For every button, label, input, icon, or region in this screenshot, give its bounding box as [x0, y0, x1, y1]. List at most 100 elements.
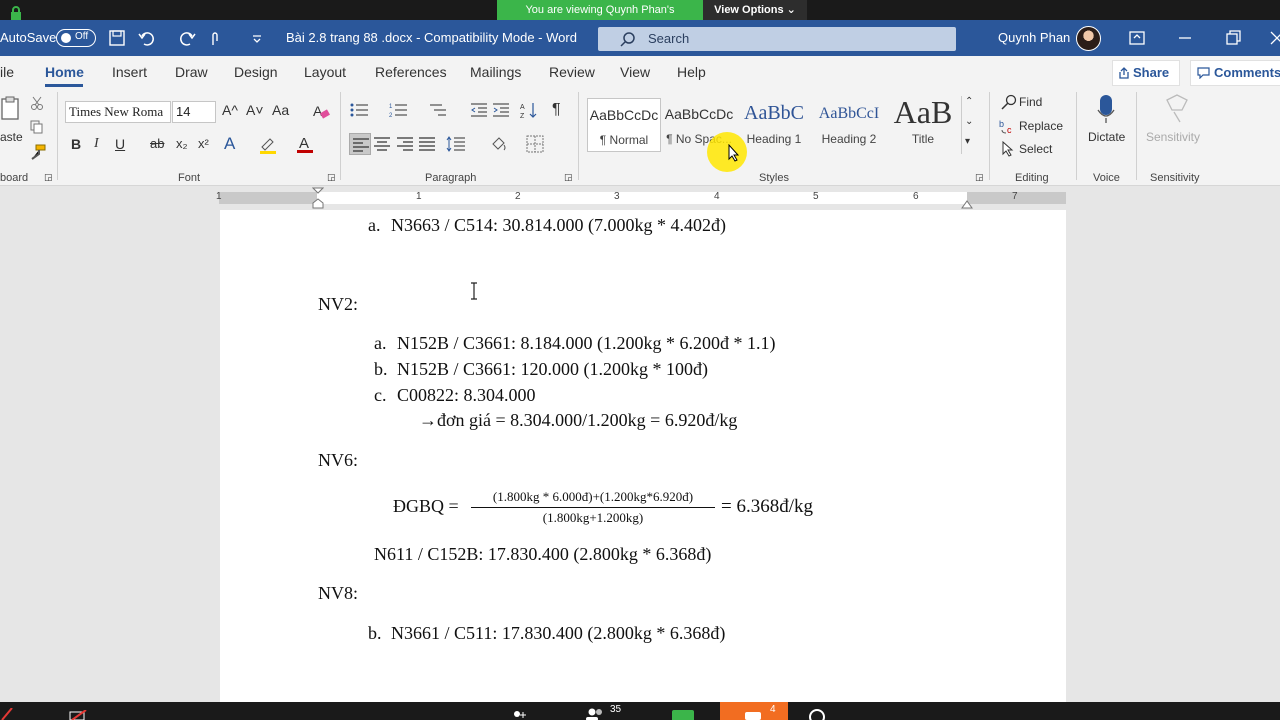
close-icon[interactable]: [1268, 29, 1280, 47]
style-title[interactable]: AaB Title: [887, 94, 959, 152]
replace-button[interactable]: Replace: [1019, 119, 1063, 133]
italic-button[interactable]: I: [94, 136, 99, 152]
highlight-icon[interactable]: [258, 136, 278, 154]
tab-view[interactable]: View: [620, 64, 650, 80]
unit-price-line: →đơn giá = 8.304.000/1.200kg = 6.920đ/kg: [419, 410, 737, 431]
strikethrough-button[interactable]: ab: [150, 136, 164, 151]
find-button[interactable]: Find: [1019, 95, 1042, 109]
share-screen-button[interactable]: [672, 710, 694, 720]
view-options-button[interactable]: View Options ⌄: [703, 0, 807, 20]
scroll-down-icon[interactable]: ⌄: [965, 116, 973, 127]
paste-icon[interactable]: [0, 96, 22, 122]
sort-icon[interactable]: AZ: [520, 101, 538, 119]
bold-button[interactable]: B: [71, 136, 81, 152]
show-formatting-button[interactable]: ¶: [552, 101, 561, 119]
clipboard-launcher-icon[interactable]: ◲: [44, 172, 53, 183]
align-left-button[interactable]: [349, 133, 371, 155]
find-icon[interactable]: [1001, 94, 1017, 110]
style-preview: AaB: [893, 94, 953, 130]
superscript-button[interactable]: x²: [198, 136, 209, 151]
viewing-notice: You are viewing Quynh Phan's screen: [497, 0, 703, 36]
formula-numerator: (1.800kg * 6.000đ)+(1.200kg*6.920đ): [492, 489, 694, 504]
user-name[interactable]: Quynh Phan: [998, 30, 1070, 45]
scroll-up-icon[interactable]: ⌃: [965, 96, 973, 107]
chat-button[interactable]: 4: [720, 702, 788, 720]
record-icon[interactable]: [808, 708, 826, 720]
paragraph-launcher-icon[interactable]: ◲: [564, 172, 573, 183]
clear-formatting-icon[interactable]: A: [312, 102, 330, 120]
dictate-button[interactable]: Dictate: [1088, 130, 1125, 144]
tab-references[interactable]: References: [375, 64, 447, 80]
avatar[interactable]: [1076, 26, 1101, 51]
underline-button[interactable]: U: [115, 136, 125, 152]
paste-label[interactable]: aste: [0, 130, 23, 144]
style-heading-1[interactable]: AaBbC Heading 1: [737, 98, 811, 152]
tab-mailings[interactable]: Mailings: [470, 64, 521, 80]
undo-icon[interactable]: [138, 29, 156, 47]
lock-icon: [11, 6, 21, 20]
increase-indent-icon[interactable]: [492, 102, 510, 118]
search-input[interactable]: Search: [598, 27, 956, 51]
minimize-icon[interactable]: [1176, 29, 1194, 47]
shrink-font-icon[interactable]: A˅: [246, 102, 264, 118]
align-right-icon[interactable]: [397, 137, 413, 151]
font-launcher-icon[interactable]: ◲: [327, 172, 336, 183]
copy-icon[interactable]: [30, 120, 44, 134]
save-icon[interactable]: [108, 29, 126, 47]
select-button[interactable]: Select: [1019, 142, 1052, 156]
security-icon[interactable]: [508, 710, 526, 720]
multilevel-list-icon[interactable]: [428, 102, 448, 118]
tab-draw[interactable]: Draw: [175, 64, 208, 80]
microphone-icon[interactable]: [1096, 94, 1116, 124]
redo-icon[interactable]: [178, 29, 196, 47]
microphone-muted-icon[interactable]: [0, 708, 14, 720]
replace-icon[interactable]: bc: [999, 118, 1015, 134]
borders-icon[interactable]: [526, 135, 544, 153]
tab-file[interactable]: ile: [0, 64, 14, 80]
justify-icon[interactable]: [419, 137, 435, 151]
style-normal[interactable]: AaBbCcDc ¶ Normal: [587, 98, 661, 152]
line-spacing-icon[interactable]: [446, 135, 466, 153]
shading-icon[interactable]: [489, 135, 509, 153]
customize-qat-icon[interactable]: [248, 29, 266, 47]
editing-group-label: Editing: [1015, 172, 1049, 184]
tab-design[interactable]: Design: [234, 64, 278, 80]
autosave-toggle[interactable]: Off: [56, 29, 96, 47]
styles-launcher-icon[interactable]: ◲: [975, 172, 984, 183]
indent-marker-icon[interactable]: [312, 186, 324, 210]
select-icon[interactable]: [1001, 141, 1015, 157]
numbering-icon[interactable]: 12: [389, 102, 409, 118]
tab-layout[interactable]: Layout: [304, 64, 346, 80]
styles-scroll[interactable]: ⌃ ⌄ ▾: [961, 96, 976, 154]
participants-icon[interactable]: [584, 708, 606, 720]
format-painter-icon[interactable]: [30, 144, 46, 160]
change-case-button[interactable]: Aa: [272, 102, 289, 118]
share-button[interactable]: Share: [1112, 60, 1180, 86]
subscript-button[interactable]: x₂: [176, 136, 188, 151]
zoom-toolbar: 35 4: [0, 702, 1280, 720]
grow-font-icon[interactable]: A^: [222, 102, 238, 118]
tab-help[interactable]: Help: [677, 64, 706, 80]
text-effects-button[interactable]: A: [224, 134, 235, 154]
ribbon-display-icon[interactable]: [1128, 29, 1146, 47]
font-color-icon[interactable]: A: [296, 134, 314, 154]
font-size-select[interactable]: 14: [172, 101, 216, 123]
right-indent-marker-icon[interactable]: [961, 198, 973, 210]
section-heading-nv8: NV8:: [318, 583, 358, 603]
bullets-icon[interactable]: [350, 102, 370, 118]
tab-insert[interactable]: Insert: [112, 64, 147, 80]
more-styles-icon[interactable]: ▾: [965, 136, 970, 147]
font-name-select[interactable]: Times New Roma: [65, 101, 171, 123]
restore-icon[interactable]: [1224, 29, 1242, 47]
cut-icon[interactable]: [30, 96, 44, 110]
formula-result: = 6.368đ/kg: [721, 496, 813, 517]
video-off-icon[interactable]: [68, 710, 92, 720]
style-heading-2[interactable]: AaBbCcI Heading 2: [812, 98, 886, 152]
comments-button[interactable]: Comments: [1190, 60, 1280, 86]
decrease-indent-icon[interactable]: [470, 102, 488, 118]
touch-mode-icon[interactable]: [206, 29, 224, 47]
tab-home[interactable]: Home: [45, 64, 84, 80]
tab-review[interactable]: Review: [549, 64, 595, 80]
horizontal-ruler[interactable]: 1 1 2 3 4 5 6 7: [0, 186, 1280, 210]
align-center-icon[interactable]: [374, 137, 390, 151]
